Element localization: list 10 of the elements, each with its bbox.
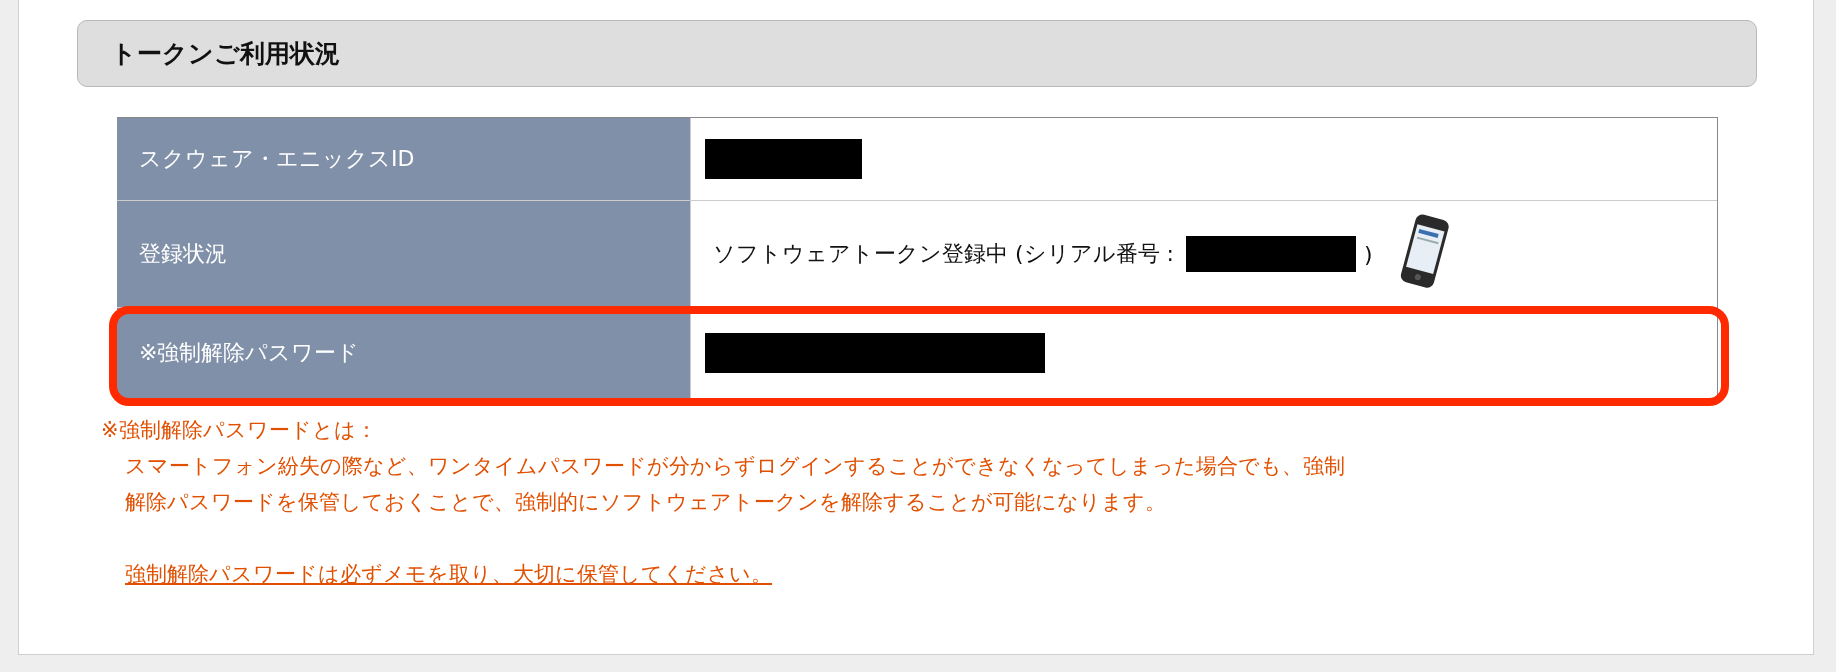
label-cell: スクウェア・エニックスID [117,118,691,200]
label-cell: ※強制解除パスワード [117,308,691,398]
label-cell: 登録状況 [117,201,691,307]
note-link[interactable]: 強制解除パスワードは必ずメモを取り、大切に保管してください。 [125,556,772,592]
section-title: トークンご利用状況 [111,38,340,70]
status-text: ) [1363,241,1373,267]
status-text: ソフトウェアトークン登録中 (シリアル番号 : [712,240,1174,268]
note-text: 解除パスワードを保管しておくことで、強制的にソフトウェアトークンを解除することが可能になります。 [124,489,1167,516]
note-heading: ※強制解除パスワードとは： [101,417,378,444]
note-text: スマートフォン紛失の際など、ワンタイムパスワードが分からずログインすることができなくなってしまった場合でも、強制 [124,453,1346,480]
